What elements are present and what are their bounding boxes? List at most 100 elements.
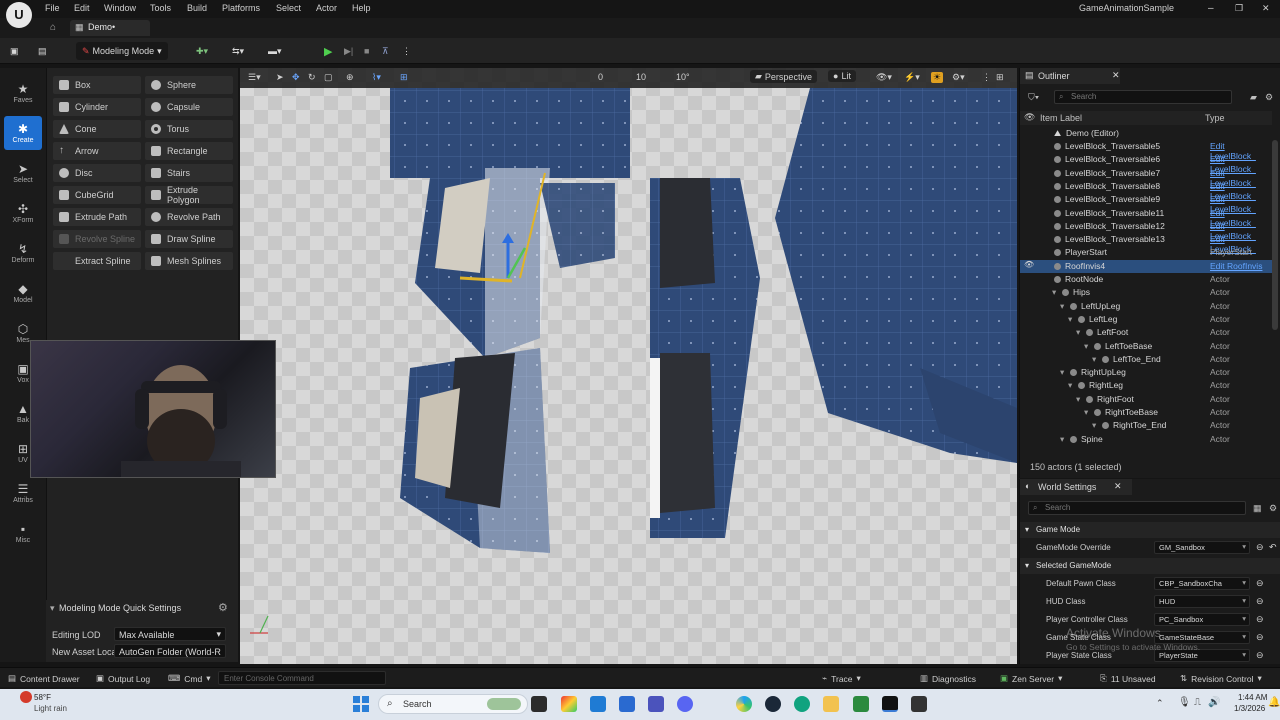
outliner-tab[interactable]: ▤ Outliner ✕ [1020,68,1120,84]
rotate-icon[interactable]: ↻ [308,72,316,83]
teams-icon[interactable] [648,696,664,712]
trace-dropdown[interactable]: ⌁ Trace ▾ [822,673,861,684]
layout-icon[interactable]: ⊞ [996,72,1004,83]
zen-server-dropdown[interactable]: ▣ Zen Server ▾ [1000,673,1062,684]
outliner-row[interactable]: LevelBlock_Traversable11 Edit LevelBlock_ [1020,207,1272,228]
home-icon[interactable]: ⌂ [50,22,56,33]
tool-draw-spline[interactable]: Draw Spline [145,230,233,248]
palette-create[interactable]: ✱ Create [4,116,42,150]
step-icon[interactable]: ▶| [344,42,353,60]
default-pawn-select[interactable]: CBP_SandboxCha [1154,577,1250,590]
menu-platforms[interactable]: Platforms [222,3,260,13]
scale-snap-value[interactable]: 10° [676,72,690,82]
settings-gear-icon[interactable]: ⚙ [218,601,228,614]
weather-icon[interactable] [20,691,32,703]
menu-file[interactable]: File [45,3,60,13]
edge-icon[interactable] [736,696,752,712]
content-drawer-button[interactable]: ▤ Content Drawer [8,673,80,684]
chatgpt-icon[interactable] [794,696,810,712]
expand-arrow-icon[interactable]: ▾ [1068,380,1072,391]
outliner-row[interactable]: ▾ RightToeBase Actor [1020,406,1272,419]
palette-attribs[interactable]: ☰ Attribs [4,476,42,510]
tool-cone[interactable]: Cone [53,120,141,138]
col-type[interactable]: Type [1205,113,1225,123]
outliner-scrollbar[interactable] [1272,140,1278,330]
network-icon[interactable]: ⎍ [1194,697,1201,708]
cmd-dropdown[interactable]: ⌨ Cmd ▾ [168,673,211,684]
tool-cylinder[interactable]: Cylinder [53,98,141,116]
outliner-row[interactable]: ▾ Hips Actor [1020,286,1272,299]
tool-extract-spline[interactable]: Extract Spline [53,252,141,270]
outliner-row[interactable]: LevelBlock_Traversable8 Edit LevelBlock_ [1020,180,1272,201]
visibility-eye-icon[interactable]: 👁 [1024,260,1034,269]
volume-icon[interactable]: 🔊 [1208,697,1220,708]
tool-torus[interactable]: Torus [145,120,233,138]
steam-icon[interactable] [765,696,781,712]
discord-icon[interactable] [677,696,693,712]
settings-icon[interactable]: ⚙ [1269,503,1277,514]
outliner-row[interactable]: ▾ RightLeg Actor [1020,379,1272,392]
outliner-row[interactable]: ▾ RightUpLeg Actor [1020,366,1272,379]
expand-arrow-icon[interactable]: ▾ [1076,327,1080,338]
windows-start-icon[interactable] [353,696,369,712]
stop-icon[interactable]: ■ [364,42,369,60]
outlook-icon[interactable] [619,696,635,712]
eject-icon[interactable]: ⊼ [382,42,389,60]
add-folder-icon[interactable]: ▰ [1250,92,1257,103]
tool-capsule[interactable]: Capsule [145,98,233,116]
outliner-row[interactable]: ▾ LeftFoot Actor [1020,326,1272,339]
outliner-root-row[interactable]: ⛰ Demo (Editor) [1020,127,1272,140]
expand-arrow-icon[interactable]: ▾ [1052,287,1056,298]
menu-edit[interactable]: Edit [74,3,90,13]
expand-arrow-icon[interactable]: ▾ [1060,301,1064,312]
menu-select[interactable]: Select [276,3,301,13]
outliner-row[interactable]: LevelBlock_Traversable12 Edit LevelBlock_ [1020,220,1272,241]
browse-arrow-icon[interactable]: ⊖ [1256,632,1264,643]
outliner-row[interactable]: ▾ Spine Actor [1020,433,1272,446]
lit-dropdown[interactable]: ● Lit [828,70,856,82]
performance-icon[interactable]: ⚡▾ [904,72,920,83]
outliner-row[interactable]: 👁 RoofInvis4 Edit RoofInvis [1020,259,1272,273]
play-icon[interactable]: ▶ [324,42,332,60]
tool-extrude-path[interactable]: Extrude Path [53,208,141,226]
tool-extrude-polygon[interactable]: Extrude Polygon [145,185,233,205]
menu-build[interactable]: Build [187,3,207,13]
palette-select[interactable]: ➤ Select [4,156,42,190]
cinematics-icon[interactable]: ▬▾ [268,42,282,60]
browse-arrow-icon[interactable]: ⊖ [1256,542,1264,553]
save-icon[interactable]: ▣ [10,42,19,60]
level-viewport[interactable] [240,68,1017,664]
more-icon[interactable]: ⋮ [982,72,991,83]
tool-arrow[interactable]: ↑ Arrow [53,142,141,160]
outliner-row-type[interactable]: Edit RoofInvis [1210,261,1262,271]
menu-actor[interactable]: Actor [316,3,337,13]
unreal-taskbar-icon[interactable] [882,696,898,712]
gamemode-override-select[interactable]: GM_Sandbox [1154,541,1250,554]
tray-chevron-icon[interactable]: ⌃ [1156,698,1164,709]
viewport-menu-icon[interactable]: ☰▾ [248,72,261,83]
browse-arrow-icon[interactable]: ⊖ [1256,596,1264,607]
outliner-row[interactable]: PlayerStart PlayerStart [1020,246,1272,259]
close-tab-icon[interactable]: ✕ [1112,70,1120,81]
outliner-row[interactable]: LevelBlock_Traversable13 Edit LevelBlock_ [1020,233,1272,254]
task-view-icon[interactable] [531,696,547,712]
expand-arrow-icon[interactable]: ▾ [1060,367,1064,378]
expand-arrow-icon[interactable]: ▾ [1084,341,1088,352]
expand-arrow-icon[interactable]: ▾ [1060,434,1064,445]
tool-disc[interactable]: Disc [53,164,141,182]
close-icon[interactable]: ✕ [1262,3,1270,14]
outliner-row[interactable]: LevelBlock_Traversable9 Edit LevelBlock_ [1020,193,1272,214]
menu-help[interactable]: Help [352,3,371,13]
new-asset-select[interactable]: AutoGen Folder (World-R [114,644,226,658]
browse-arrow-icon[interactable]: ⊖ [1256,614,1264,625]
tool-box[interactable]: Box [53,76,141,94]
expand-arrow-icon[interactable]: ▾ [1076,394,1080,405]
outliner-row[interactable]: LevelBlock_Traversable5 Edit LevelBlock_ [1020,140,1272,161]
select-tool-icon[interactable]: ➤ [276,72,284,83]
taskbar-search-input[interactable]: ⌕ Search [378,694,528,714]
palette-model[interactable]: ◆ Model [4,276,42,310]
category-selected-gamemode[interactable]: ▾ Selected GameMode [1020,558,1280,574]
player-controller-select[interactable]: PC_Sandbox [1154,613,1250,626]
unreal-logo-icon[interactable]: U [6,2,32,28]
store-icon[interactable] [590,696,606,712]
